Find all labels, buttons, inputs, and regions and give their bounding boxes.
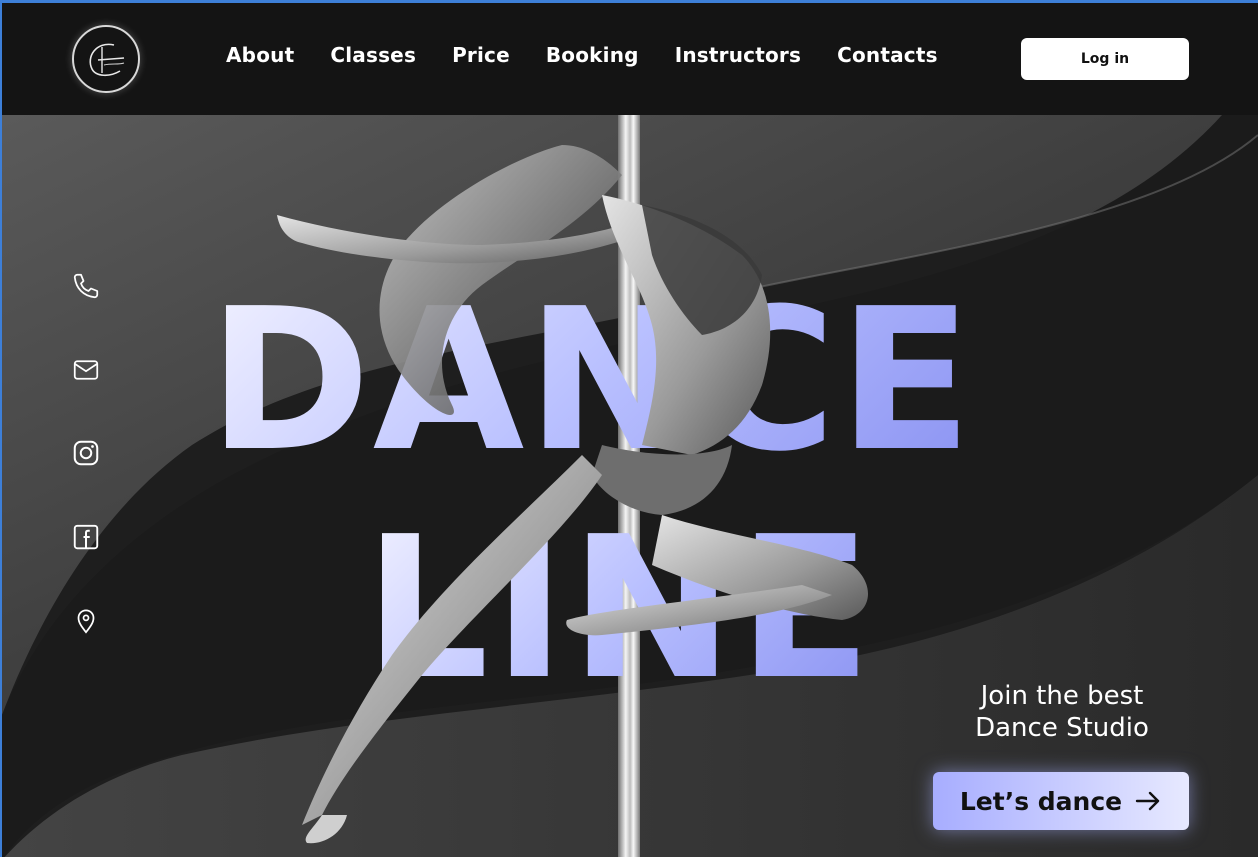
hero-section: DANCE LINE Join the best Dance Studio Le… bbox=[2, 115, 1258, 857]
nav-instructors[interactable]: Instructors bbox=[675, 43, 801, 67]
lets-dance-button[interactable]: Let’s dance bbox=[933, 772, 1189, 830]
mail-icon[interactable] bbox=[70, 354, 102, 386]
studio-logo[interactable] bbox=[72, 25, 140, 93]
main-nav: About Classes Price Booking Instructors … bbox=[226, 43, 938, 67]
nav-classes[interactable]: Classes bbox=[330, 43, 416, 67]
page: About Classes Price Booking Instructors … bbox=[0, 0, 1258, 857]
nav-price[interactable]: Price bbox=[452, 43, 510, 67]
arrow-right-icon bbox=[1135, 791, 1160, 811]
nav-booking[interactable]: Booking bbox=[546, 43, 639, 67]
dancer-image bbox=[277, 145, 869, 844]
nav-about[interactable]: About bbox=[226, 43, 294, 67]
hero-tagline: Join the best Dance Studio bbox=[964, 680, 1160, 744]
nav-contacts[interactable]: Contacts bbox=[837, 43, 938, 67]
facebook-icon[interactable] bbox=[70, 521, 102, 553]
tagline-line-1: Join the best bbox=[980, 681, 1144, 711]
instagram-icon[interactable] bbox=[70, 437, 102, 469]
logo-mark bbox=[89, 43, 125, 77]
phone-icon[interactable] bbox=[70, 270, 102, 302]
login-button[interactable]: Log in bbox=[1021, 38, 1189, 80]
tagline-line-2: Dance Studio bbox=[975, 713, 1149, 743]
header: About Classes Price Booking Instructors … bbox=[2, 3, 1258, 115]
location-icon[interactable] bbox=[70, 605, 102, 637]
cta-label: Let’s dance bbox=[959, 786, 1123, 816]
